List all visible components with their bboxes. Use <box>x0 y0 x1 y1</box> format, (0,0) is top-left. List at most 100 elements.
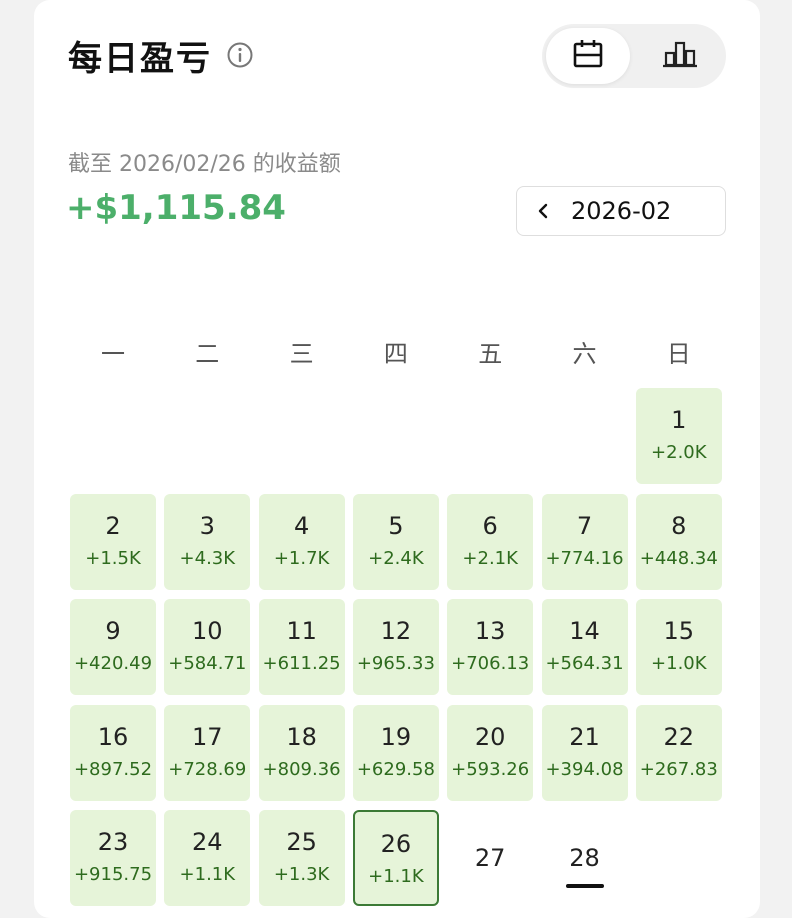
calendar-day-cell[interactable]: 3 +4.3K <box>164 493 251 590</box>
chart-view-button[interactable] <box>638 28 722 84</box>
calendar-day-cell[interactable]: 5 +2.4K <box>352 493 439 590</box>
calendar-day-number: 2 <box>105 511 121 540</box>
calendar-day-cell[interactable]: 1 +2.0K <box>635 388 722 484</box>
calendar-day-pnl: +1.3K <box>273 864 330 885</box>
calendar-day-cell[interactable]: 6 +2.1K <box>447 493 534 590</box>
calendar-icon <box>571 37 605 75</box>
calendar-day-pnl: +809.36 <box>262 758 341 780</box>
calendar-day-pnl: +629.58 <box>356 758 435 780</box>
calendar-day-pnl: +774.16 <box>545 547 624 569</box>
calendar-day-cell[interactable]: 2 +1.5K <box>70 493 156 590</box>
calendar-day-cell[interactable]: 8 +448.34 <box>635 493 722 590</box>
calendar-day-cell[interactable]: 23 +915.75 <box>70 810 156 906</box>
weekday-label: 六 <box>572 340 597 368</box>
calendar-day-number: 24 <box>192 828 223 856</box>
calendar-day-number: 1 <box>671 406 687 434</box>
calendar-day-pnl: +267.83 <box>639 758 718 780</box>
calendar-day-pnl: +897.52 <box>73 758 153 780</box>
calendar-day-pnl: +394.08 <box>545 758 624 780</box>
calendar-day-number: 3 <box>199 511 215 540</box>
calendar-day-pnl: +1.1K <box>179 864 236 885</box>
calendar-day-number: 5 <box>388 511 404 540</box>
chevron-left-icon[interactable] <box>533 201 553 221</box>
calendar-day-cell[interactable]: 22 +267.83 <box>635 704 722 801</box>
calendar-day-cell[interactable]: 17 +728.69 <box>164 704 251 801</box>
calendar-day-pnl: +965.33 <box>356 653 435 674</box>
calendar-day-cell[interactable]: 9 +420.49 <box>70 599 156 695</box>
calendar-day-cell[interactable]: 18 +809.36 <box>258 704 345 801</box>
daily-pnl-card: 每日盈亏 截至 2026/02/26 的收益额 +$1,115.84 2026-… <box>34 0 760 918</box>
month-picker[interactable]: 2026-02 <box>516 186 726 236</box>
calendar-day-cell[interactable]: 19 +629.58 <box>352 704 439 801</box>
calendar-day-number: 26 <box>380 830 412 858</box>
calendar-day-pnl: +611.25 <box>262 653 341 674</box>
calendar-day-cell[interactable]: 24 +1.1K <box>164 810 251 906</box>
calendar-day-cell[interactable]: 25 +1.3K <box>258 810 345 906</box>
calendar-day-number: 21 <box>569 722 600 751</box>
calendar-day-cell[interactable]: 27 <box>447 810 533 906</box>
calendar-day-pnl: +420.49 <box>73 653 153 674</box>
view-toggle <box>542 24 726 88</box>
calendar-day-pnl: +1.5K <box>85 547 141 569</box>
calendar-day-pnl: +1.7K <box>273 547 330 569</box>
calendar-day-number: 7 <box>576 511 593 540</box>
calendar-day-number: 23 <box>97 828 129 856</box>
calendar-day-cell[interactable]: 28 <box>542 810 628 906</box>
calendar-day-number: 6 <box>482 511 498 540</box>
calendar-day-number: 25 <box>286 828 317 856</box>
calendar-day-number: 16 <box>97 722 129 751</box>
today-indicator <box>565 884 604 888</box>
calendar-view-button[interactable] <box>546 28 630 84</box>
calendar-day-number: 28 <box>569 844 600 872</box>
calendar-day-pnl: +915.75 <box>73 864 153 885</box>
calendar-day-number: 19 <box>380 722 412 751</box>
calendar-day-cell[interactable]: 12 +965.33 <box>352 599 439 695</box>
info-icon[interactable] <box>226 41 254 69</box>
weekday-label: 五 <box>478 340 503 368</box>
calendar-day-number: 17 <box>192 722 223 751</box>
calendar-day-pnl: +4.3K <box>179 547 236 569</box>
calendar-day-cell[interactable]: 7 +774.16 <box>541 493 628 590</box>
weekday-label: 三 <box>289 340 314 368</box>
month-picker-label: 2026-02 <box>571 197 672 225</box>
calendar-day-cell[interactable]: 16 +897.52 <box>70 704 156 801</box>
calendar-day-cell[interactable]: 26 +1.1K <box>352 810 439 906</box>
calendar-day-cell[interactable]: 15 +1.0K <box>635 599 722 695</box>
calendar-day-pnl: +584.71 <box>168 653 247 674</box>
calendar-day-number: 27 <box>474 844 506 872</box>
weekday-label: 二 <box>195 340 220 368</box>
calendar-day-number: 10 <box>192 617 223 645</box>
calendar-day-number: 20 <box>474 722 506 751</box>
calendar-day-number: 11 <box>286 617 317 645</box>
as-of-label: 截至 2026/02/26 的收益额 <box>68 152 341 177</box>
calendar-day-cell[interactable]: 4 +1.7K <box>258 493 345 590</box>
calendar-day-cell[interactable]: 14 +564.31 <box>541 599 628 695</box>
calendar-day-cell[interactable]: 10 +584.71 <box>164 599 251 695</box>
calendar-day-number: 18 <box>286 722 317 751</box>
weekday-label: 一 <box>101 340 125 368</box>
calendar-day-pnl: +2.4K <box>368 547 424 569</box>
calendar-day-pnl: +1.0K <box>651 653 707 674</box>
calendar-day-number: 9 <box>105 617 121 645</box>
calendar-day-pnl: +728.69 <box>168 758 247 780</box>
calendar-day-number: 12 <box>380 617 412 645</box>
calendar-day-cell[interactable]: 21 +394.08 <box>541 704 628 801</box>
calendar-day-pnl: +564.31 <box>545 653 624 674</box>
calendar-day-number: 4 <box>293 511 310 540</box>
calendar-day-pnl: +2.1K <box>462 547 518 569</box>
calendar-day-number: 22 <box>663 722 695 751</box>
calendar-day-pnl: +593.26 <box>451 758 530 780</box>
calendar-day-pnl: +1.1K <box>368 866 424 887</box>
calendar-day-cell[interactable]: 11 +611.25 <box>258 599 345 695</box>
calendar-day-cell[interactable]: 13 +706.13 <box>447 599 534 695</box>
calendar-day-number: 14 <box>569 617 600 645</box>
calendar-day-cell[interactable]: 20 +593.26 <box>447 704 534 801</box>
total-pnl-value: +$1,115.84 <box>66 188 286 228</box>
calendar-day-pnl: +448.34 <box>639 547 718 569</box>
page-title: 每日盈亏 <box>68 38 212 79</box>
calendar-day-number: 8 <box>671 511 687 540</box>
title-row: 每日盈亏 <box>68 30 254 80</box>
weekday-header: 一二三四五六日 <box>34 334 760 370</box>
calendar-day-number: 15 <box>663 617 695 645</box>
calendar-day-pnl: +2.0K <box>651 442 707 463</box>
